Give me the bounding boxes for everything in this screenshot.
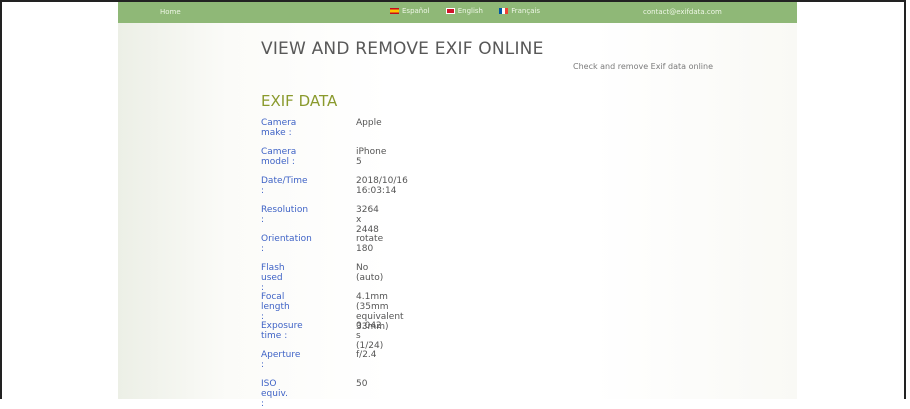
top-navigation-bar: Home Español English Français contact@ex… <box>118 2 797 23</box>
language-selector: Español English Français <box>390 7 554 15</box>
exif-label: Camera model : <box>261 147 297 167</box>
exif-label: Aperture : <box>261 350 301 370</box>
exif-label: Date/Time : <box>261 176 308 196</box>
exif-label: Focal length : <box>261 292 290 322</box>
language-option-english[interactable]: English <box>445 7 483 15</box>
exif-value: 0.042 s (1/24) <box>356 321 384 351</box>
language-label: Français <box>511 7 541 15</box>
exif-label: Orientation : <box>261 234 312 254</box>
exif-data-heading: EXIF DATA <box>261 92 338 110</box>
page-tagline: Check and remove Exif data online <box>573 62 714 71</box>
exif-label: Exposure time : <box>261 321 303 341</box>
language-label: English <box>457 7 483 15</box>
uk-flag-icon <box>445 8 455 14</box>
exif-value: Apple <box>356 118 382 128</box>
language-label: Español <box>402 7 430 15</box>
exif-value: 50 <box>356 379 368 389</box>
page-title: VIEW AND REMOVE EXIF ONLINE <box>261 39 544 59</box>
exif-label: Camera make : <box>261 118 297 138</box>
exif-label: Flash used : <box>261 263 285 293</box>
exif-label: ISO equiv. : <box>261 379 288 409</box>
exif-label: Resolution : <box>261 205 309 225</box>
exif-value: No (auto) <box>356 263 384 283</box>
language-option-spanish[interactable]: Español <box>390 7 429 15</box>
home-link[interactable]: Home <box>160 8 181 16</box>
exif-value: 2018/10/16 16:03:14 <box>356 176 408 196</box>
spain-flag-icon <box>390 8 399 14</box>
exif-value: rotate 180 <box>356 234 384 254</box>
france-flag-icon <box>499 8 509 14</box>
exif-value: 3264 x 2448 <box>356 205 379 235</box>
exif-value: iPhone 5 <box>356 147 387 167</box>
language-option-french[interactable]: Français <box>499 7 540 15</box>
contact-email-link[interactable]: contact@exifdata.com <box>643 8 722 16</box>
exif-value: f/2.4 <box>356 350 377 360</box>
